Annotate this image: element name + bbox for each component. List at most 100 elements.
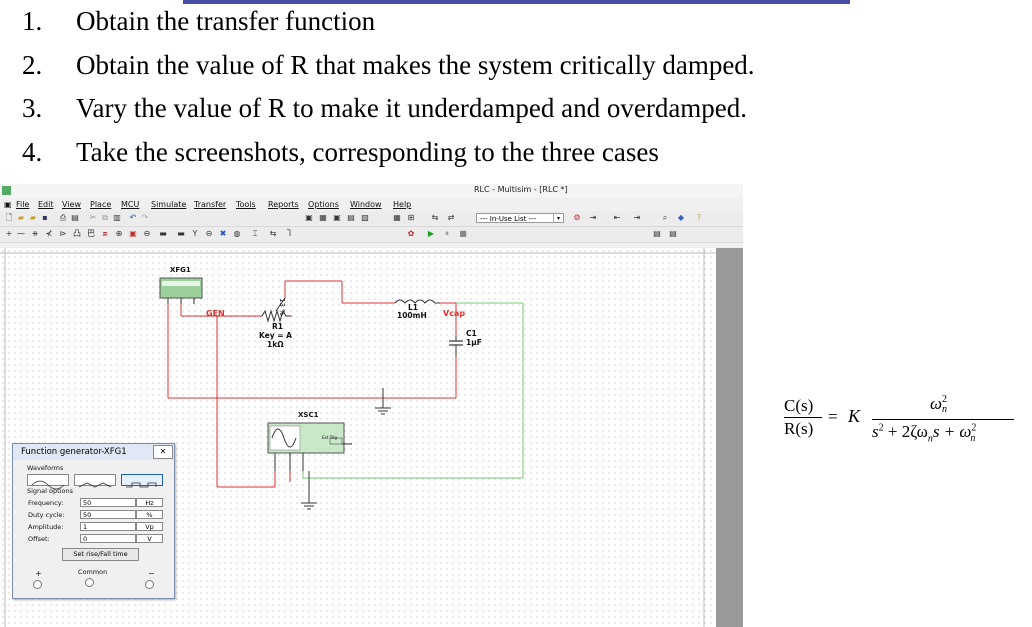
- basic-icon[interactable]: ⁓: [16, 229, 26, 239]
- hierarchical-block-icon[interactable]: ⇆: [268, 229, 278, 239]
- netlist-icon[interactable]: ⇤: [612, 213, 622, 223]
- save-icon[interactable]: ▪: [40, 213, 50, 223]
- amplitude-unit[interactable]: Vp: [136, 522, 163, 531]
- close-icon[interactable]: ✕: [153, 445, 173, 459]
- amplitude-label: Amplitude:: [28, 523, 64, 531]
- connector-icon[interactable]: ◍: [232, 229, 242, 239]
- advanced-peripherals-icon[interactable]: ▬: [176, 229, 186, 239]
- menu-file[interactable]: File: [16, 200, 29, 209]
- xsc1-label: XSC1: [298, 411, 319, 419]
- help-icon[interactable]: ?: [694, 213, 704, 223]
- menu-simulate[interactable]: Simulate: [151, 200, 186, 209]
- ni-components-icon[interactable]: ✖: [218, 229, 228, 239]
- power-icon[interactable]: ⊖: [142, 229, 152, 239]
- square-wave-button[interactable]: [121, 474, 163, 488]
- transistor-icon[interactable]: ⊀: [44, 229, 54, 239]
- ground-symbol: [375, 388, 391, 415]
- electromechanical-icon[interactable]: ⊖: [204, 229, 214, 239]
- paste-icon[interactable]: ▥: [112, 213, 122, 223]
- mixed-icon[interactable]: ⊕: [114, 229, 124, 239]
- pause-simulation-icon[interactable]: ⏸: [442, 229, 452, 239]
- misc-icon[interactable]: ▬: [158, 229, 168, 239]
- stop-simulation-icon[interactable]: ■: [458, 229, 468, 239]
- probe-icon[interactable]: ▤: [652, 229, 662, 239]
- app-icon: [2, 186, 11, 195]
- grapher-icon[interactable]: ▧: [360, 213, 370, 223]
- export-icon[interactable]: ⇥: [632, 213, 642, 223]
- menu-help[interactable]: Help: [393, 200, 411, 209]
- redo-icon[interactable]: ↷: [140, 213, 150, 223]
- analysis-icon[interactable]: ⚙: [572, 213, 582, 223]
- ttl-icon[interactable]: 凸: [72, 229, 82, 239]
- function-generator-dialog: Function generator-XFG1 ✕ Waveforms Sign…: [12, 443, 175, 599]
- frequency-field[interactable]: 50: [80, 498, 136, 507]
- menu-edit[interactable]: Edit: [38, 200, 54, 209]
- rf-icon[interactable]: Y: [190, 229, 200, 239]
- misc-digital-icon[interactable]: ⧈: [100, 229, 110, 239]
- fullscreen-icon[interactable]: ▣: [304, 213, 314, 223]
- triangle-wave-button[interactable]: [74, 474, 116, 488]
- mcu-icon[interactable]: ⌶: [250, 229, 260, 239]
- lhs-numerator: C(s): [784, 396, 814, 415]
- probe-settings-icon[interactable]: ▤: [668, 229, 678, 239]
- postprocessor-icon[interactable]: ⇥: [588, 213, 598, 223]
- in-use-list-dropdown[interactable]: --- In-Use List --- ▾: [476, 213, 564, 223]
- menu-reports[interactable]: Reports: [268, 200, 299, 209]
- menu-view[interactable]: View: [62, 200, 81, 209]
- bus-icon[interactable]: Ⴈ: [284, 229, 294, 239]
- plus-terminal[interactable]: [33, 580, 42, 589]
- amplitude-field[interactable]: 1: [80, 522, 136, 531]
- component-wizard-icon[interactable]: ⊞: [406, 213, 416, 223]
- open-folder-icon[interactable]: ▰: [16, 213, 26, 223]
- open-sample-icon[interactable]: ▰: [28, 213, 38, 223]
- set-rise-fall-button[interactable]: Set rise/Fall time: [62, 548, 139, 561]
- erc-icon[interactable]: ⇆: [430, 213, 440, 223]
- copy-icon[interactable]: ⧉: [100, 213, 110, 223]
- vcap-net-label: Vcap: [443, 309, 466, 318]
- minus-terminal[interactable]: [145, 580, 154, 589]
- ext-trig-label: Ext Trig: [322, 435, 337, 440]
- undo-icon[interactable]: ↶: [128, 213, 138, 223]
- menu-mcu[interactable]: MCU: [121, 200, 139, 209]
- spreadsheet-icon[interactable]: ▤: [346, 213, 356, 223]
- duty-cycle-unit[interactable]: %: [136, 510, 163, 519]
- new-file-icon[interactable]: 🗋: [4, 213, 14, 223]
- cut-icon[interactable]: ✂: [88, 213, 98, 223]
- menu-tools[interactable]: Tools: [236, 200, 256, 209]
- search-icon[interactable]: ⌕: [660, 213, 670, 223]
- menu-window[interactable]: Window: [350, 200, 382, 209]
- indicator-icon[interactable]: ▣: [128, 229, 138, 239]
- simulate-switch-icon[interactable]: ✿: [406, 229, 416, 239]
- capacitor-c1[interactable]: [449, 336, 463, 356]
- grid-icon[interactable]: ▦: [318, 213, 328, 223]
- menu-options[interactable]: Options: [308, 200, 339, 209]
- offset-unit[interactable]: V: [136, 534, 163, 543]
- design-toolbox-icon[interactable]: ▣: [332, 213, 342, 223]
- database-icon[interactable]: ▦: [392, 213, 402, 223]
- run-simulation-icon[interactable]: ▶: [426, 229, 436, 239]
- back-annotate-icon[interactable]: ⇄: [446, 213, 456, 223]
- cmos-icon[interactable]: 巴: [86, 229, 96, 239]
- menu-transfer[interactable]: Transfer: [194, 200, 226, 209]
- menu-place[interactable]: Place: [90, 200, 111, 209]
- diode-icon[interactable]: ⧺: [30, 229, 40, 239]
- doc-icon[interactable]: ▣: [4, 200, 12, 209]
- den-mid: + 2ζω: [883, 422, 928, 441]
- source-icon[interactable]: +: [4, 229, 14, 239]
- vertical-scrollbar[interactable]: [716, 248, 743, 627]
- gain-k: K: [848, 406, 861, 426]
- print-icon[interactable]: ⎙: [58, 213, 68, 223]
- instruments-icon[interactable]: ◆: [676, 213, 686, 223]
- fraction-bar: [872, 419, 1014, 420]
- analog-icon[interactable]: ⊳: [58, 229, 68, 239]
- duty-cycle-field[interactable]: 50: [80, 510, 136, 519]
- dialog-header: Function generator-XFG1 ✕: [13, 444, 174, 460]
- frequency-unit[interactable]: Hz: [136, 498, 163, 507]
- den-s: s: [872, 422, 879, 441]
- list-text: Vary the value of R to make it underdamp…: [76, 93, 748, 123]
- sine-wave-button[interactable]: [27, 474, 69, 490]
- common-terminal[interactable]: [85, 578, 94, 587]
- print-preview-icon[interactable]: ▤: [70, 213, 80, 223]
- denominator: s2 + 2ζωns + ω2n: [872, 422, 976, 444]
- offset-field[interactable]: 0: [80, 534, 136, 543]
